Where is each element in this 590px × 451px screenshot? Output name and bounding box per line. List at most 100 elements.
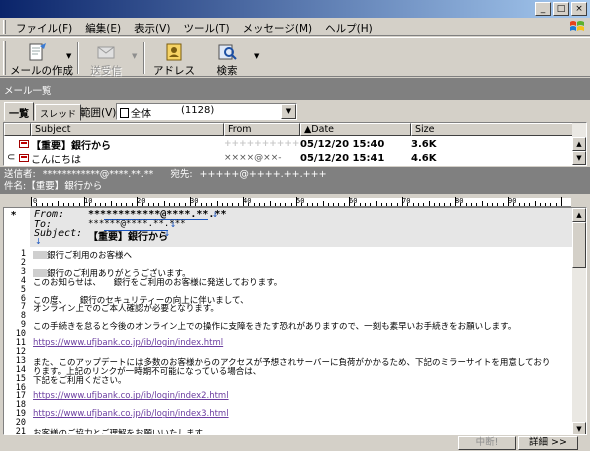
ruler-label: 80 xyxy=(455,197,464,205)
chevron-down-icon[interactable]: ▼ xyxy=(281,104,296,119)
search-dropdown-icon[interactable]: ▼ xyxy=(254,52,259,60)
ruler-tick xyxy=(216,201,218,206)
table-row[interactable]: 【重要】銀行から ++++++++++++@++++ 05/12/20 15:4… xyxy=(4,137,574,152)
body-link[interactable]: https://www.ufjbank.co.jp/ib/login/index… xyxy=(33,338,223,348)
ruler-label: 20 xyxy=(137,197,146,205)
ruler-tick xyxy=(523,203,525,206)
column-subject[interactable]: Subject xyxy=(31,123,224,136)
ruler-tick xyxy=(359,203,361,206)
ruler-tick xyxy=(205,203,207,206)
scroll-up-icon[interactable]: ▲ xyxy=(572,208,586,222)
body-line: この手続きを怠ると今後のオンライン上での操作に支障をきたす恐れがありますので、一… xyxy=(33,320,516,332)
scroll-down-icon[interactable]: ▼ xyxy=(572,151,586,165)
ruler-tick xyxy=(476,203,478,206)
ruler-tick xyxy=(285,203,287,206)
compose-dropdown-icon[interactable]: ▼ xyxy=(66,52,71,60)
maximize-button[interactable]: □ xyxy=(553,2,569,16)
ruler-tick xyxy=(428,201,430,206)
range-count: (1128) xyxy=(181,105,215,116)
minimize-button[interactable]: _ xyxy=(535,2,551,16)
menu-view[interactable]: 表示(V) xyxy=(128,21,177,36)
toolbar-separator xyxy=(143,42,145,74)
ruler-label: 70 xyxy=(402,197,411,205)
ruler-tick xyxy=(237,203,239,206)
ruler-tick xyxy=(364,203,366,206)
menu-help[interactable]: ヘルプ(H) xyxy=(319,21,380,36)
tab-thread[interactable]: スレッド xyxy=(35,104,82,121)
ruler-tick xyxy=(502,203,504,206)
line-text: このお知らせは、 銀行をご利用のお客様に発送しております。 xyxy=(33,277,283,288)
body-scrollbar[interactable]: ▲ ▼ xyxy=(572,208,586,434)
scroll-up-icon[interactable]: ▲ xyxy=(572,137,586,151)
body-link[interactable]: https://www.ufjbank.co.jp/ib/login/index… xyxy=(33,409,229,419)
row-date: 05/12/20 15:41 xyxy=(300,152,385,164)
ruler-tick xyxy=(163,201,165,206)
address-button[interactable]: アドレス xyxy=(150,40,198,77)
ruler-tick xyxy=(280,203,282,206)
return-arrow-icon: ↓ xyxy=(170,219,177,230)
ruler-tick xyxy=(195,203,197,206)
ruler-tick xyxy=(349,197,350,206)
scroll-thumb[interactable] xyxy=(572,222,586,268)
folder-icon xyxy=(120,108,129,118)
line-text: お客様のご協力とご理解をお願いいたします。 xyxy=(33,429,211,435)
compose-button[interactable]: メールの作成 xyxy=(10,40,73,77)
scroll-down-icon[interactable]: ▼ xyxy=(572,422,586,434)
ruler-tick xyxy=(550,203,552,206)
subject-value: 【重要】銀行から xyxy=(26,181,103,192)
ruler-tick xyxy=(168,203,170,206)
ruler-tick xyxy=(110,201,112,206)
ruler-tick xyxy=(497,203,499,206)
line-text: オンライン上でのご本人確認が必要となります。 xyxy=(33,304,219,315)
address-label: アドレス xyxy=(153,65,195,77)
detail-button[interactable]: 詳細 >> xyxy=(518,436,578,450)
menu-edit[interactable]: 編集(E) xyxy=(79,21,128,36)
ruler-tick xyxy=(174,203,176,206)
send-receive-dropdown-icon[interactable]: ▼ xyxy=(132,52,137,60)
subject-label: 件名: xyxy=(4,181,27,192)
ruler-tick xyxy=(68,203,70,206)
ruler-tick xyxy=(370,203,372,206)
toolbar-grip[interactable] xyxy=(3,41,6,75)
ruler-tick xyxy=(232,203,234,206)
column-date[interactable]: ▲Date xyxy=(300,123,411,136)
list-scrollbar[interactable]: ▲ ▼ xyxy=(572,123,586,165)
tab-list[interactable]: 一覧 xyxy=(4,102,34,121)
menu-file[interactable]: ファイル(F) xyxy=(10,21,79,36)
close-button[interactable]: × xyxy=(571,2,587,16)
row-size: 4.6K xyxy=(411,152,437,164)
range-select[interactable]: 全体 (1128) ▼ xyxy=(116,103,297,120)
new-mail-icon xyxy=(29,43,46,61)
send-receive-button[interactable]: 送受信 xyxy=(84,40,128,77)
menu-tools[interactable]: ツール(T) xyxy=(177,21,236,36)
ruler-tick xyxy=(121,203,123,206)
menubar-grip[interactable] xyxy=(3,20,6,34)
menu-message[interactable]: メッセージ(M) xyxy=(237,21,320,36)
ruler-tick xyxy=(89,203,91,206)
column-icons[interactable] xyxy=(4,123,31,136)
toolbar-separator xyxy=(77,42,79,74)
ruler-tick xyxy=(417,203,419,206)
ruler-tick xyxy=(465,203,467,206)
ruler-tick xyxy=(248,203,250,206)
line-text: https://www.ufjbank.co.jp/ib/login/index… xyxy=(33,338,224,348)
ruler-tick xyxy=(402,197,403,206)
folder-title: メール一覧 xyxy=(0,78,590,100)
title-bar[interactable]: _ □ × xyxy=(0,0,590,18)
message-body[interactable]: * From: ************@****.**.** ↓ To: **… xyxy=(3,207,587,435)
status-bar: 中断! 詳細 >> xyxy=(0,436,590,451)
abort-button[interactable]: 中断! xyxy=(458,436,516,450)
ruler-tick xyxy=(94,203,96,206)
ruler-tick xyxy=(78,203,80,206)
line-text: 銀行ご利用のお客様へ xyxy=(47,251,133,261)
table-row[interactable]: ⊂ こんにちは ××××@××- 05/12/20 15:41 4.6K xyxy=(4,151,574,166)
body-header-block: From: ************@****.**.** ↓ To: ****… xyxy=(30,208,572,247)
column-size[interactable]: Size xyxy=(411,123,574,136)
search-button[interactable]: 検索 xyxy=(210,40,244,77)
toolbar: メールの作成 ▼ 送受信 ▼ アドレス 検索 ▼ xyxy=(0,37,590,77)
body-link[interactable]: https://www.ufjbank.co.jp/ib/login/index… xyxy=(33,391,229,401)
ruler-tick xyxy=(99,203,101,206)
address-book-icon xyxy=(166,43,182,61)
ruler-tick xyxy=(179,203,181,206)
column-from[interactable]: From xyxy=(224,123,300,136)
